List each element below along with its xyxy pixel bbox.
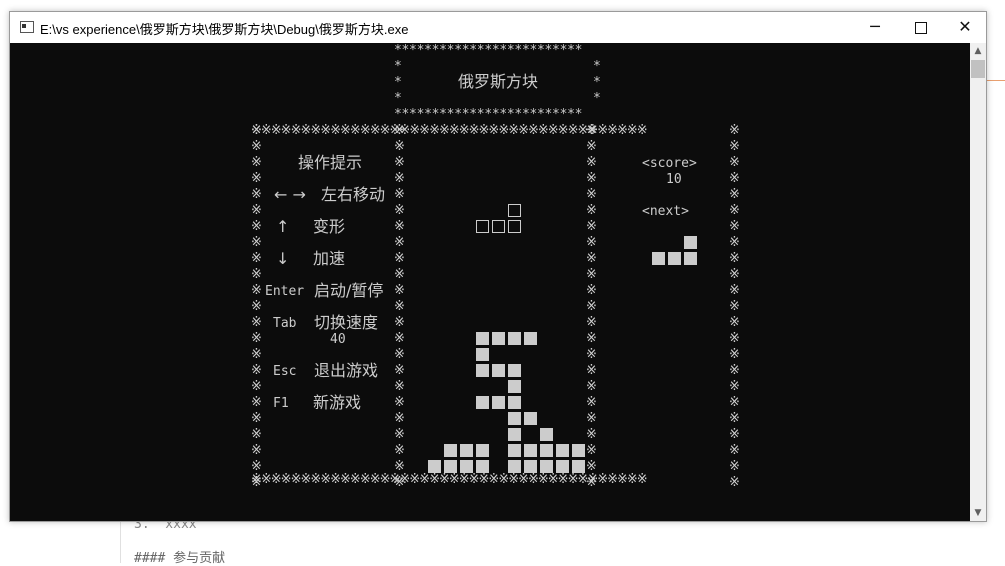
next-piece-cell (684, 236, 697, 249)
falling-piece-cell (508, 204, 521, 217)
stacked-block (508, 380, 521, 393)
frame-bottom: ※※※※※※※※※※※※※※※※※※※※※※※※※※※※※※※※※※※※※※※※ (251, 472, 648, 487)
scroll-thumb[interactable] (971, 60, 985, 78)
stacked-block (508, 460, 521, 473)
stacked-block (444, 444, 457, 457)
stacked-block (492, 364, 505, 377)
stacked-block (460, 444, 473, 457)
stacked-block (492, 396, 505, 409)
title-border-left: * (394, 75, 402, 90)
control-label: 启动/暂停 (314, 281, 384, 300)
stacked-block (572, 444, 585, 457)
game-title: 俄罗斯方块 (458, 72, 539, 91)
stacked-block (508, 332, 521, 345)
control-key: ← → (274, 185, 306, 204)
stacked-block (460, 460, 473, 473)
scroll-up-icon[interactable]: ▲ (970, 43, 986, 59)
control-label: 变形 (313, 217, 346, 236)
stacked-block (476, 332, 489, 345)
title-border-top: ************************* (394, 43, 583, 58)
stacked-block (428, 460, 441, 473)
stacked-block (476, 364, 489, 377)
stacked-block (524, 332, 537, 345)
close-icon: ✕ (958, 17, 972, 36)
stacked-block (476, 348, 489, 361)
frame-left: ※ ※ ※ ※ ※ ※ ※ ※ ※ ※ ※ ※ ※ ※ ※ ※ ※ ※ ※ ※ … (251, 123, 262, 488)
next-piece-cell (668, 252, 681, 265)
stacked-block (508, 412, 521, 425)
control-label: 退出游戏 (314, 361, 379, 380)
falling-piece-cell (492, 220, 505, 233)
next-piece-cell (652, 252, 665, 265)
next-piece-cell (684, 252, 697, 265)
controls-heading: 操作提示 (298, 153, 363, 172)
control-key: Tab (273, 316, 297, 331)
frame-divider-left: ※ ※ ※ ※ ※ ※ ※ ※ ※ ※ ※ ※ ※ ※ ※ ※ ※ ※ ※ ※ … (394, 123, 405, 488)
score-value: 10 (666, 172, 682, 187)
control-label: 新游戏 (313, 393, 362, 412)
control-key: Enter (265, 284, 305, 299)
control-label: 左右移动 (321, 185, 386, 204)
stacked-block (476, 396, 489, 409)
minimize-button[interactable]: ─ (852, 12, 898, 43)
stacked-block (524, 460, 537, 473)
frame-divider-right: ※ ※ ※ ※ ※ ※ ※ ※ ※ ※ ※ ※ ※ ※ ※ ※ ※ ※ ※ ※ … (586, 123, 597, 488)
stacked-block (572, 460, 585, 473)
stacked-block (508, 364, 521, 377)
next-label: <next> (642, 204, 689, 219)
background-heading: #### 参与贡献 (134, 551, 226, 566)
window-title: E:\vs experience\俄罗斯方块\俄罗斯方块\Debug\俄罗斯方块… (40, 22, 409, 37)
vertical-scrollbar[interactable]: ▲ ▼ (970, 43, 986, 521)
control-key: ↑ (276, 217, 290, 236)
stacked-block (508, 444, 521, 457)
console-output: ************************* * * * * * * 俄罗… (10, 43, 970, 521)
title-border-bottom: ************************* (394, 107, 583, 122)
control-key: Esc (273, 364, 297, 379)
frame-top: ※※※※※※※※※※※※※※※※※※※※※※※※※※※※※※※※※※※※※※※※ (251, 123, 648, 138)
stacked-block (508, 396, 521, 409)
background-accent-line (987, 80, 1005, 81)
stacked-block (540, 460, 553, 473)
title-border-left: * (394, 59, 402, 74)
stacked-block (444, 460, 457, 473)
stacked-block (508, 428, 521, 441)
stacked-block (524, 412, 537, 425)
control-key: ↓ (276, 249, 290, 268)
stacked-block (476, 460, 489, 473)
maximize-button[interactable] (898, 12, 944, 43)
scroll-down-icon[interactable]: ▼ (970, 505, 986, 521)
stacked-block (524, 444, 537, 457)
console-app-icon (20, 21, 34, 33)
background-margin-rule (120, 520, 121, 563)
control-label: 切换速度 (314, 313, 379, 332)
title-bar[interactable]: E:\vs experience\俄罗斯方块\俄罗斯方块\Debug\俄罗斯方块… (10, 12, 986, 43)
close-button[interactable]: ✕ (942, 12, 988, 43)
control-label: 加速 (313, 249, 346, 268)
falling-piece-cell (476, 220, 489, 233)
title-border-right: * (593, 59, 601, 74)
title-border-right: * (593, 91, 601, 106)
falling-piece-cell (508, 220, 521, 233)
stacked-block (492, 332, 505, 345)
control-key: F1 (273, 396, 289, 411)
stacked-block (556, 460, 569, 473)
title-border-right: * (593, 75, 601, 90)
stacked-block (556, 444, 569, 457)
minimize-icon: ─ (870, 17, 880, 36)
stacked-block (540, 444, 553, 457)
stacked-block (476, 444, 489, 457)
stacked-block (540, 428, 553, 441)
score-label: <score> (642, 156, 697, 171)
speed-value: 40 (330, 332, 346, 347)
maximize-icon (915, 22, 927, 34)
title-border-left: * (394, 91, 402, 106)
frame-right: ※ ※ ※ ※ ※ ※ ※ ※ ※ ※ ※ ※ ※ ※ ※ ※ ※ ※ ※ ※ … (729, 123, 740, 488)
console-window[interactable]: E:\vs experience\俄罗斯方块\俄罗斯方块\Debug\俄罗斯方块… (9, 11, 987, 522)
